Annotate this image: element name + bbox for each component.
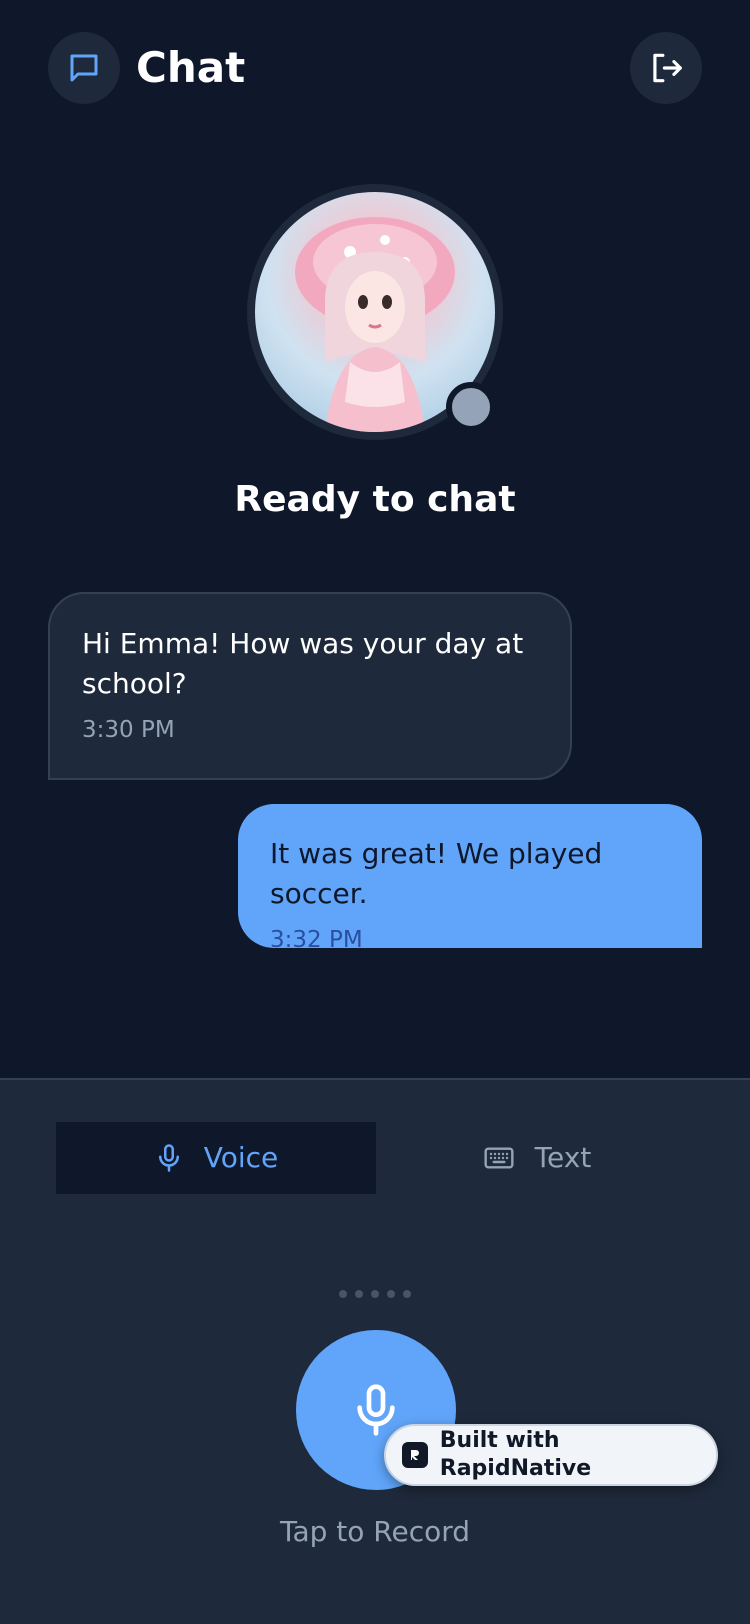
built-with-badge[interactable]: Built with RapidNative [384,1424,718,1486]
logout-button[interactable] [630,32,702,104]
level-dot [403,1290,411,1298]
level-dot [387,1290,395,1298]
tab-voice[interactable]: Voice [56,1122,376,1194]
microphone-icon [158,1144,179,1172]
record-label: Tap to Record [279,1515,471,1548]
tab-text-label: Text [534,1141,592,1174]
message-bubble-outgoing: It was great! We played soccer. 3:32 PM [238,804,702,953]
presence-status-dot [446,382,496,432]
level-dot [355,1290,363,1298]
level-dot [371,1290,379,1298]
message-time: 3:30 PM [82,717,175,743]
message-text: Hi Emma! How was your day at school? [82,627,524,700]
message-time: 3:32 PM [270,927,363,953]
message-bubble-incoming: Hi Emma! How was your day at school? 3:3… [48,592,572,780]
input-panel: Voice Text Tap to Record [0,1078,750,1624]
level-dot [339,1290,347,1298]
page-title: Chat [136,43,246,92]
built-with-label: Built with RapidNative [439,1428,592,1481]
keyboard-icon [484,1147,514,1169]
app-header: Chat [0,0,750,140]
status-text: Ready to chat [234,479,516,520]
tab-text[interactable]: Text [376,1122,696,1194]
chat-bubble-icon [70,54,98,82]
chat-badge [48,32,120,104]
audio-level-dots [0,1290,750,1298]
rapidnative-logo-icon [402,1442,428,1468]
message-text: It was great! We played soccer. [270,837,603,910]
tab-voice-label: Voice [203,1141,279,1174]
logout-icon [653,53,682,83]
